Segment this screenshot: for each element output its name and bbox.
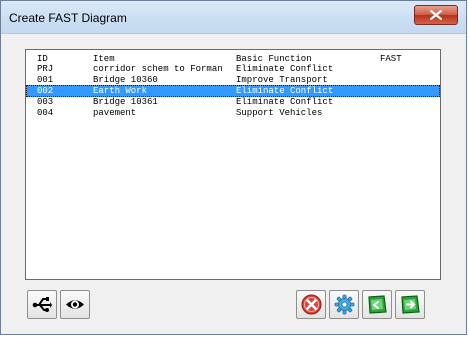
view-button[interactable] — [60, 290, 90, 319]
dialog-body: ID Item Basic Function FAST PRJ corridor… — [9, 34, 458, 327]
connect-button[interactable] — [27, 290, 57, 319]
cell-id: 004 — [37, 108, 54, 118]
forward-button[interactable] — [395, 290, 425, 319]
window-title: Create FAST Diagram — [9, 11, 127, 25]
gear-icon — [334, 294, 355, 315]
title-bar[interactable]: Create FAST Diagram — [1, 1, 466, 34]
close-icon — [430, 10, 442, 20]
usb-connect-icon — [32, 297, 52, 312]
list-row[interactable]: 004 pavement Support Vehicles — [26, 107, 440, 119]
settings-button[interactable] — [329, 290, 359, 319]
item-listbox[interactable]: ID Item Basic Function FAST PRJ corridor… — [25, 49, 441, 280]
green-arrow-icon — [401, 295, 420, 314]
green-page-icon — [368, 295, 387, 314]
cancel-button[interactable] — [296, 290, 326, 319]
eye-icon — [66, 300, 84, 309]
cancel-icon — [301, 294, 322, 315]
close-button[interactable] — [414, 5, 458, 25]
back-button[interactable] — [362, 290, 392, 319]
cell-basic-function: Support Vehicles — [236, 108, 323, 118]
cell-item: pavement — [93, 108, 137, 118]
dialog-window: Create FAST Diagram ID Item Basic Functi… — [0, 0, 467, 335]
